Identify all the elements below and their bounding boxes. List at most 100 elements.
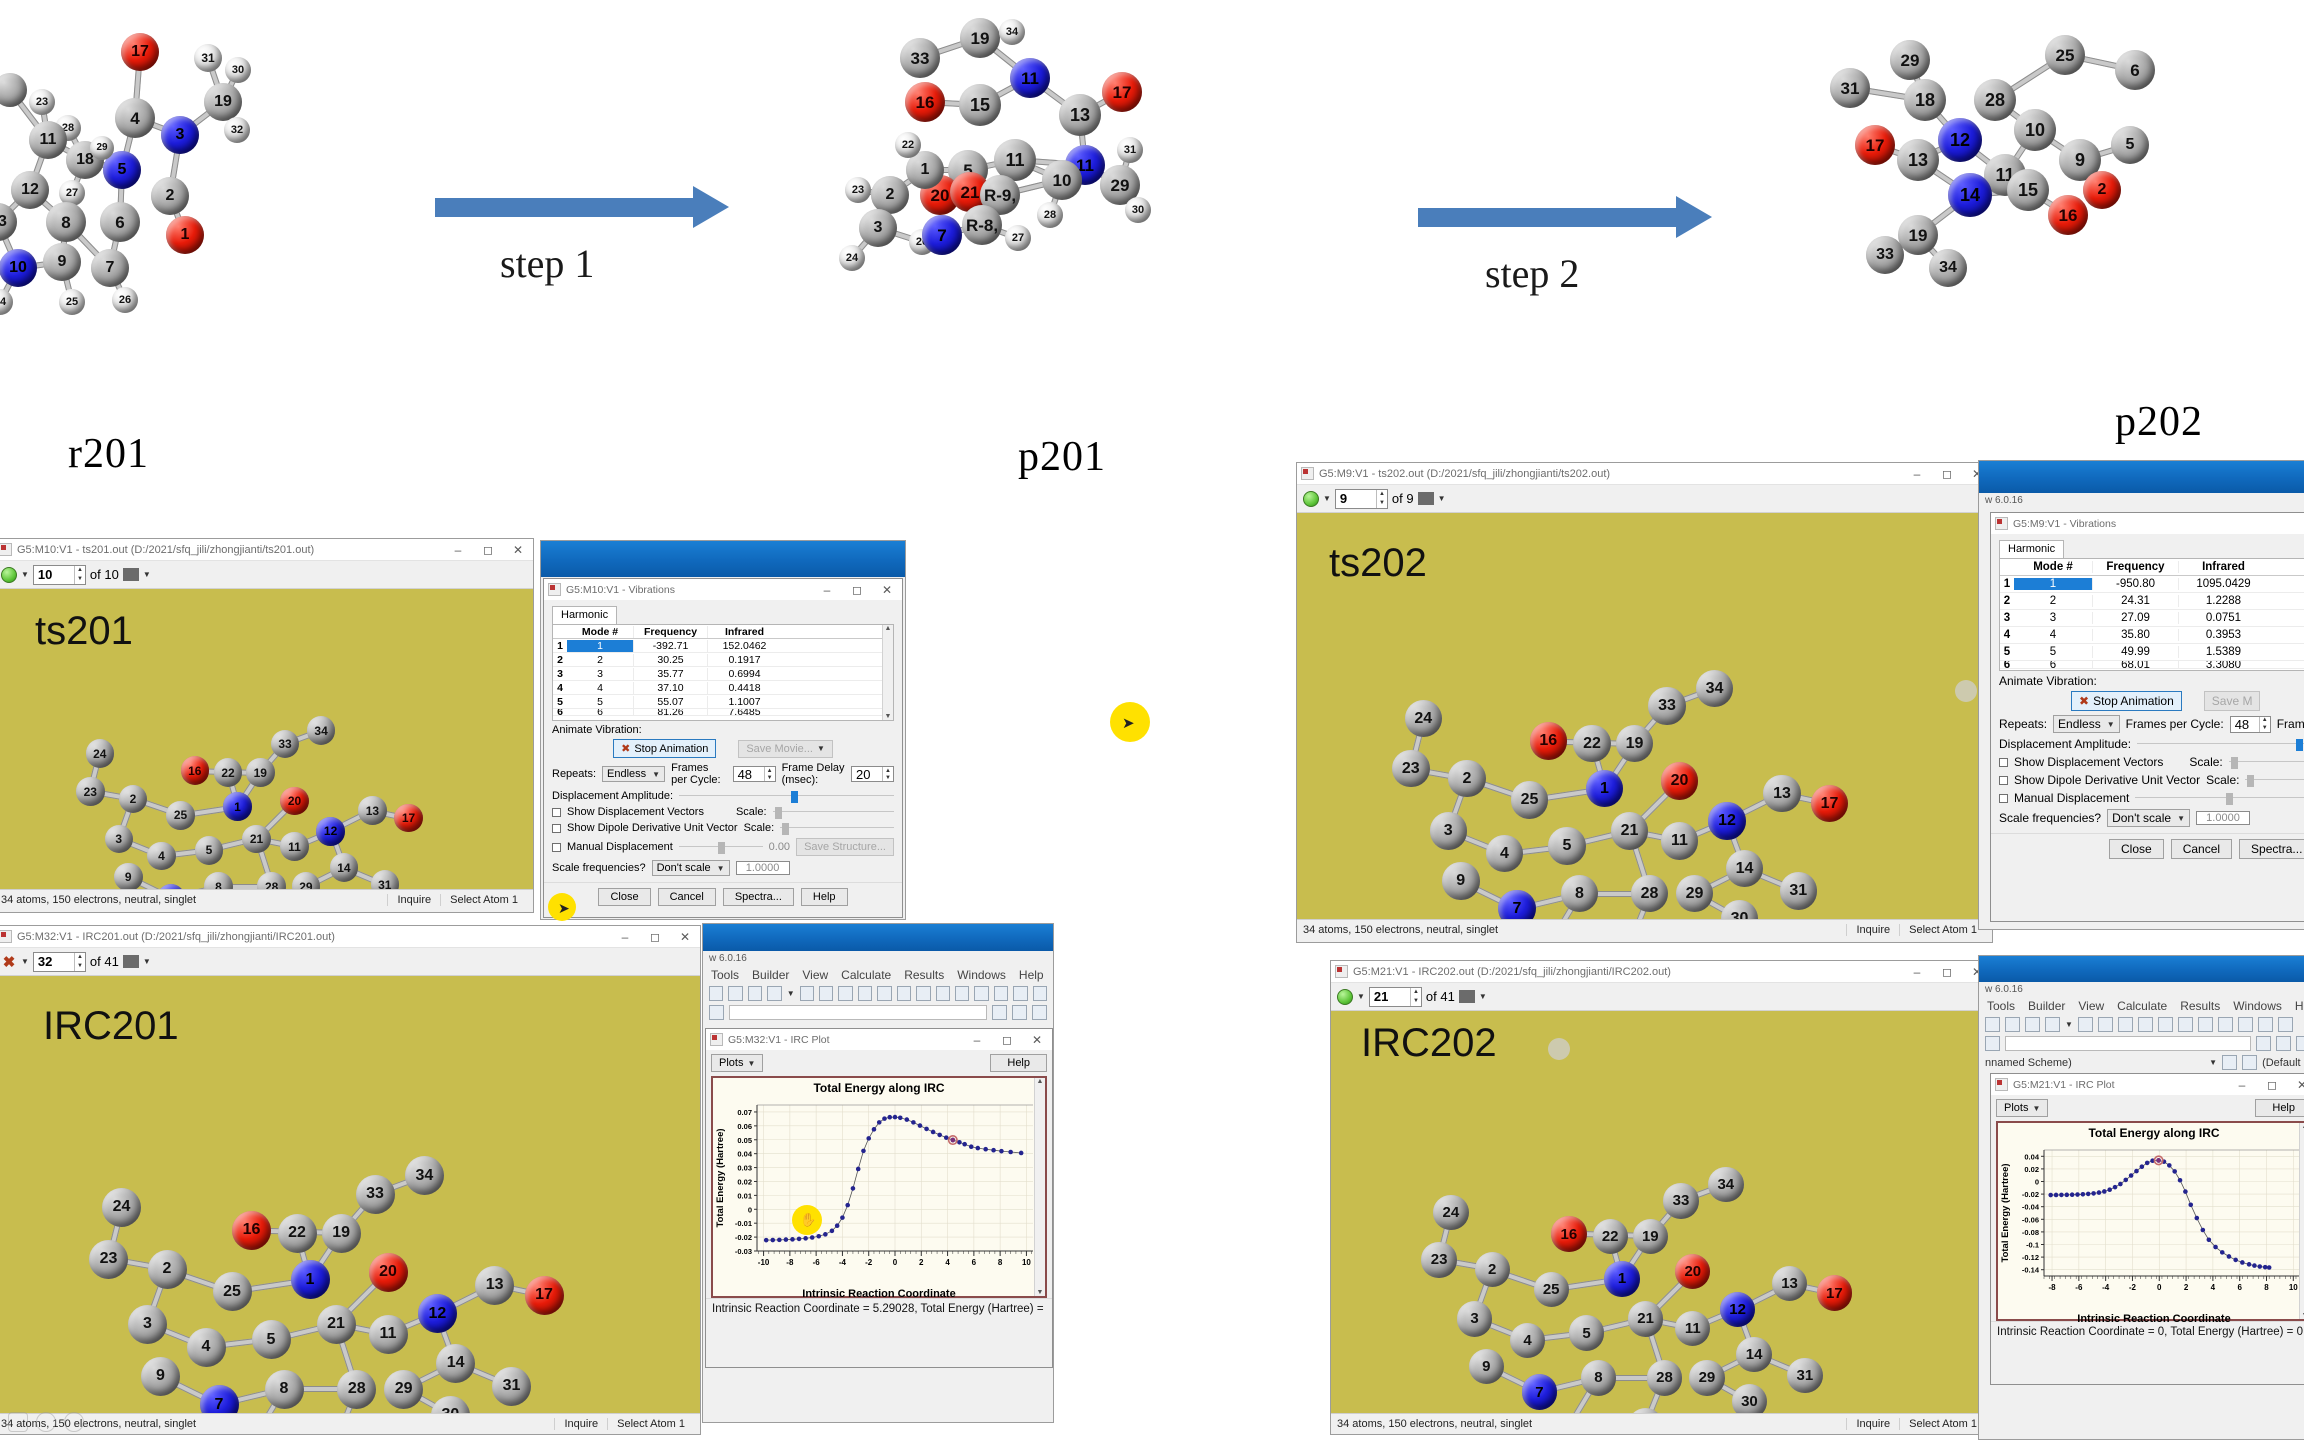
atom-1[interactable]: 1 bbox=[1604, 1261, 1640, 1297]
atom-33[interactable]: 33 bbox=[900, 38, 940, 78]
window-irc202-navbar[interactable]: ▼ 21 ▲ ▼ of 41 ▼ bbox=[1331, 983, 1992, 1011]
help-button[interactable]: Help bbox=[800, 888, 848, 906]
select-icon[interactable] bbox=[2217, 1017, 2233, 1032]
status-select-atom[interactable]: Select Atom 1 bbox=[1899, 1417, 1986, 1430]
spectra-button[interactable]: Spectra... bbox=[2239, 839, 2304, 859]
minimize-button[interactable]: – bbox=[443, 539, 473, 560]
symmetry-icon[interactable] bbox=[993, 986, 1009, 1001]
atom-28[interactable]: 28 bbox=[1646, 1360, 1683, 1396]
status-select-atom[interactable]: Select Atom 1 bbox=[440, 893, 527, 906]
atom-7[interactable]: 7 bbox=[1521, 1374, 1558, 1410]
atom-5[interactable]: 5 bbox=[2111, 126, 2149, 164]
close-button[interactable]: ✕ bbox=[503, 539, 533, 560]
save-icon[interactable] bbox=[1985, 1017, 2000, 1032]
atom-5[interactable]: 5 bbox=[1568, 1315, 1605, 1351]
folder-icon[interactable] bbox=[767, 986, 782, 1001]
atom-23[interactable]: 23 bbox=[845, 177, 871, 203]
table-row[interactable]: 4 4 37.10 0.4418 bbox=[553, 681, 893, 695]
gaussview-toolbar[interactable]: ▼ bbox=[703, 984, 1053, 1003]
atom-11[interactable]: 11 bbox=[1675, 1310, 1711, 1347]
atom-28[interactable]: 28 bbox=[1974, 79, 2016, 121]
angle-icon[interactable] bbox=[2276, 1036, 2291, 1051]
atom-22[interactable]: 22 bbox=[895, 132, 921, 158]
chevron-down-icon[interactable]: ▼ bbox=[1323, 494, 1331, 503]
atom-16[interactable]: 16 bbox=[232, 1210, 271, 1250]
film-chevron-down-icon[interactable]: ▼ bbox=[143, 957, 151, 966]
atom-11[interactable]: 11 bbox=[368, 1314, 408, 1354]
maximize-button[interactable]: ◻ bbox=[1932, 463, 1962, 484]
atom-18[interactable]: 18 bbox=[1904, 79, 1946, 121]
delete-icon[interactable] bbox=[877, 986, 892, 1001]
atom-4[interactable]: 4 bbox=[147, 841, 176, 871]
atom-27[interactable]: 27 bbox=[1005, 225, 1031, 251]
atom-1[interactable]: 1 bbox=[290, 1260, 330, 1300]
atom-20[interactable]: 20 bbox=[1675, 1254, 1711, 1290]
atom-16[interactable]: 16 bbox=[1529, 722, 1567, 760]
atom-R-8,[interactable]: R-8, bbox=[962, 205, 1002, 245]
atom-31[interactable]: 31 bbox=[1830, 68, 1870, 108]
camera-icon[interactable] bbox=[2025, 1017, 2040, 1032]
chevron-down-icon[interactable]: ▼ bbox=[21, 570, 29, 579]
atom-17[interactable]: 17 bbox=[524, 1275, 564, 1315]
atom-22[interactable]: 22 bbox=[213, 758, 243, 787]
cancel-button[interactable]: Cancel bbox=[657, 888, 716, 906]
stepper-up[interactable]: ▲ bbox=[75, 566, 85, 575]
manual-displacement-slider[interactable] bbox=[2135, 793, 2304, 805]
atom-14[interactable]: 14 bbox=[1736, 1336, 1772, 1373]
atom-5[interactable]: 5 bbox=[251, 1320, 291, 1360]
maximize-button[interactable]: ◻ bbox=[842, 579, 872, 600]
show-displacement-vectors-checkbox[interactable] bbox=[552, 807, 561, 817]
copy-icon[interactable] bbox=[2117, 1017, 2133, 1032]
atom-29[interactable]: 29 bbox=[1675, 874, 1714, 913]
atom-22[interactable]: 22 bbox=[277, 1213, 317, 1253]
frame-stepper[interactable]: 32 ▲ ▼ bbox=[32, 951, 86, 972]
atom-24[interactable]: 24 bbox=[85, 739, 114, 768]
text-r-icon[interactable] bbox=[2277, 1017, 2293, 1032]
atom-label-icon[interactable] bbox=[974, 986, 989, 1001]
atom-26[interactable]: 26 bbox=[112, 287, 138, 313]
window-ts202[interactable]: G5:M9:V1 - ts202.out (D:/2021/sfq_jili/z… bbox=[1296, 462, 1993, 943]
atom-4[interactable]: 4 bbox=[1509, 1322, 1546, 1358]
cancel-button[interactable]: Cancel bbox=[2170, 839, 2233, 859]
minimize-button[interactable]: – bbox=[812, 579, 842, 600]
atom-32[interactable]: 32 bbox=[224, 117, 250, 143]
distance-icon[interactable] bbox=[992, 1005, 1007, 1020]
close-button[interactable]: ✕ bbox=[1022, 1029, 1052, 1050]
table-row[interactable]: 3 3 35.77 0.6994 bbox=[553, 667, 893, 681]
atom-9[interactable]: 9 bbox=[114, 862, 143, 889]
frame-value[interactable]: 10 bbox=[34, 566, 74, 584]
atom-6[interactable]: 6 bbox=[100, 202, 140, 242]
gaussview-inputbar-row[interactable] bbox=[703, 1003, 1053, 1022]
close-button[interactable]: Close bbox=[2109, 839, 2164, 859]
save-movie-button[interactable]: Save Movie... ▼ bbox=[738, 739, 833, 758]
plots-menu-button[interactable]: Plots ▼ bbox=[711, 1054, 764, 1072]
atom-11[interactable]: 11 bbox=[1010, 58, 1050, 98]
atom-28[interactable]: 28 bbox=[1037, 202, 1063, 228]
atom-7[interactable]: 7 bbox=[922, 215, 962, 255]
maximize-button[interactable]: ◻ bbox=[473, 539, 503, 560]
undo-icon[interactable] bbox=[896, 986, 912, 1001]
spectra-button[interactable]: Spectra... bbox=[722, 888, 794, 906]
stop-animation-button[interactable]: ✖ Stop Animation bbox=[2071, 691, 2182, 711]
atom-12[interactable]: 12 bbox=[417, 1294, 457, 1334]
film-icon[interactable] bbox=[1417, 492, 1434, 505]
atom-5[interactable]: 5 bbox=[194, 836, 224, 865]
film-chevron-down-icon[interactable]: ▼ bbox=[143, 570, 151, 579]
atom-1[interactable]: 1 bbox=[166, 216, 204, 254]
atom-23[interactable]: 23 bbox=[76, 777, 105, 806]
save-structure-button[interactable]: Save Structure... bbox=[796, 838, 894, 856]
atom-28[interactable]: 28 bbox=[257, 872, 286, 889]
table-row[interactable]: 2 2 30.25 0.1917 bbox=[553, 653, 893, 667]
table-row[interactable]: 4 4 35.80 0.3953 bbox=[2000, 627, 2304, 644]
maximize-button[interactable]: ◻ bbox=[992, 1029, 1022, 1050]
atom-33[interactable]: 33 bbox=[1866, 236, 1904, 274]
atom-16[interactable]: 16 bbox=[905, 82, 945, 122]
atom-17[interactable]: 17 bbox=[394, 803, 423, 833]
status-inquire[interactable]: Inquire bbox=[1846, 923, 1899, 936]
window-ts201-viewport[interactable]: ts201 3334191612522334521111213171431293… bbox=[0, 589, 533, 889]
atom-15[interactable]: 15 bbox=[2007, 169, 2049, 211]
menu-results[interactable]: Results bbox=[2180, 999, 2220, 1013]
film-icon[interactable] bbox=[122, 955, 139, 968]
atom-8[interactable]: 8 bbox=[264, 1369, 304, 1409]
frame-stepper[interactable]: 9 ▲ ▼ bbox=[1334, 488, 1388, 509]
